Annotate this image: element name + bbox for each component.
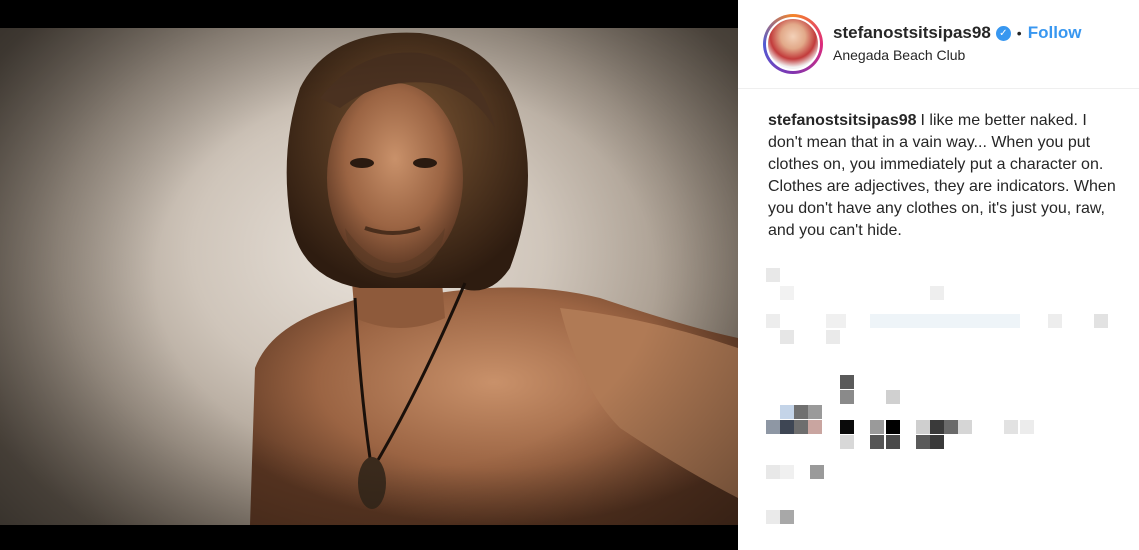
redacted-pixel-block — [958, 420, 972, 434]
redacted-pixel-block — [766, 465, 780, 479]
avatar[interactable] — [766, 17, 820, 71]
redacted-pixel-block — [780, 286, 794, 300]
avatar-story-ring[interactable] — [763, 14, 823, 74]
redacted-pixel-block — [766, 314, 780, 328]
redacted-pixel-block — [780, 510, 794, 524]
post-photo[interactable] — [0, 28, 738, 525]
location-link[interactable]: Anegada Beach Club — [833, 47, 965, 63]
redacted-pixel-block — [840, 435, 854, 449]
post-sidebar: stefanostsitsipas98 ✓ • Follow Anegada B… — [738, 0, 1139, 550]
username-row: stefanostsitsipas98 ✓ • Follow — [833, 22, 1082, 44]
redacted-pixel-block — [1094, 314, 1108, 328]
redacted-pixel-block — [808, 420, 822, 434]
redacted-pixel-block — [886, 390, 900, 404]
redacted-pixel-block — [1004, 420, 1018, 434]
redacted-pixel-block — [766, 420, 780, 434]
redacted-pixel-block — [930, 420, 944, 434]
redacted-pixel-block — [886, 420, 900, 434]
redacted-pixel-block — [826, 330, 840, 344]
redacted-pixel-block — [870, 420, 884, 434]
redacted-pixel-block — [916, 420, 930, 434]
separator-dot: • — [1016, 25, 1022, 41]
redacted-pixel-block — [826, 314, 846, 328]
redacted-pixel-block — [780, 465, 794, 479]
redacted-pixel-block — [870, 314, 1020, 328]
redacted-pixel-block — [780, 405, 794, 419]
redacted-pixel-block — [870, 435, 884, 449]
caption-username-link[interactable]: stefanostsitsipas98 — [768, 112, 917, 129]
redacted-pixel-block — [944, 420, 958, 434]
redacted-pixel-block — [794, 420, 808, 434]
redacted-pixel-block — [766, 510, 780, 524]
redacted-pixel-block — [886, 435, 900, 449]
photo-vignette — [0, 28, 738, 525]
redacted-pixel-block — [840, 375, 854, 389]
redacted-pixel-block — [930, 435, 944, 449]
redacted-pixel-block — [1048, 314, 1062, 328]
redacted-pixel-block — [780, 330, 794, 344]
username-link[interactable]: stefanostsitsipas98 — [833, 23, 991, 43]
redacted-pixel-block — [930, 286, 944, 300]
post-header: stefanostsitsipas98 ✓ • Follow Anegada B… — [738, 0, 1139, 89]
redacted-pixel-block — [810, 465, 824, 479]
caption-text: I like me better naked. I don't mean tha… — [768, 112, 1116, 239]
redacted-pixel-block — [916, 435, 930, 449]
verified-badge-icon: ✓ — [995, 25, 1011, 41]
post-caption: stefanostsitsipas98 I like me better nake… — [768, 110, 1120, 242]
redacted-pixel-block — [794, 405, 808, 419]
redacted-pixel-block — [766, 268, 780, 282]
follow-button[interactable]: Follow — [1028, 23, 1082, 43]
post-media-pane — [0, 0, 738, 550]
redacted-pixel-block — [840, 420, 854, 434]
redacted-pixel-block — [808, 405, 822, 419]
redacted-pixel-block — [840, 390, 854, 404]
redacted-pixel-block — [780, 420, 794, 434]
redacted-pixel-block — [1020, 420, 1034, 434]
